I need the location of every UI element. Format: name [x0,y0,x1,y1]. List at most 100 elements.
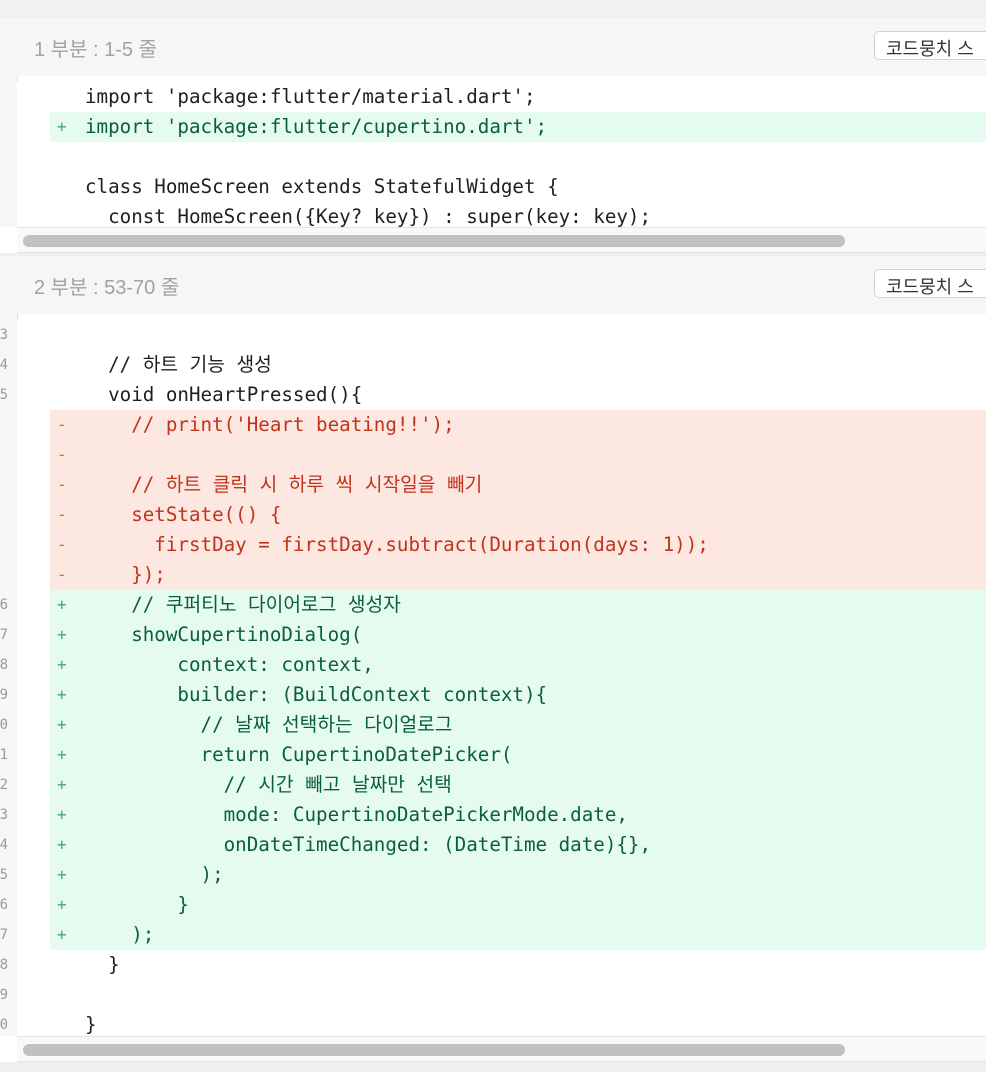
line-number: 3 [0,807,8,823]
added-line: + } [50,890,986,920]
diff-marker: + [57,117,67,136]
horizontal-scrollbar[interactable] [17,227,986,253]
removed-line: - setState(() { [50,500,986,530]
code-text: mode: CupertinoDatePickerMode.date, [85,803,628,826]
line-number: 0 [0,717,8,733]
line-number: 2 [0,777,8,793]
diff-marker: + [57,745,67,764]
code-text: import 'package:flutter/cupertino.dart'; [85,115,548,138]
code-text: setState(() { [85,503,282,526]
added-line: + // 쿠퍼티노 다이어로그 생성자 [50,590,986,620]
line-number: 5 [0,387,8,403]
code-text: onDateTimeChanged: (DateTime date){}, [85,833,652,856]
removed-line: - firstDay = firstDay.subtract(Duration(… [50,530,986,560]
code-text: import 'package:flutter/material.dart'; [85,85,536,108]
line-number: 9 [0,687,8,703]
diff-marker: + [57,925,67,944]
code-text: // 하트 기능 생성 [85,353,272,376]
code-text: ); [85,923,155,946]
context-line [50,320,986,350]
removed-line: - [50,440,986,470]
removed-line: - }); [50,560,986,590]
added-line: + // 날짜 선택하는 다이얼로그 [50,710,986,740]
line-number: 4 [0,837,8,853]
section-title: 2 부분 : 53-70 줄 [34,277,180,299]
section-2-header: 2 부분 : 53-70 줄 코드뭉치 스 [0,256,986,314]
diff-marker: + [57,685,67,704]
scrollbar-thumb[interactable] [23,1044,845,1056]
code-text: context: context, [85,653,374,676]
section-1-header: 1 부분 : 1-5 줄 코드뭉치 스 [0,18,986,76]
scrollbar-thumb[interactable] [23,235,845,247]
code-chunk-button[interactable]: 코드뭉치 스 [874,269,986,298]
code-text: return CupertinoDatePicker( [85,743,513,766]
code-text: // 시간 빼고 날짜만 선택 [85,773,452,796]
diff-marker: - [57,415,67,434]
added-line: + builder: (BuildContext context){ [50,680,986,710]
context-line: // 하트 기능 생성 [50,350,986,380]
section-1-code: import 'package:flutter/material.dart'; +… [17,82,986,227]
diff-marker: + [57,835,67,854]
added-line: + // 시간 빼고 날짜만 선택 [50,770,986,800]
line-number: 7 [0,627,8,643]
code-chunk-button[interactable]: 코드뭉치 스 [874,31,986,60]
line-number: 6 [0,897,8,913]
code-text: // 쿠퍼티노 다이어로그 생성자 [85,593,401,616]
added-line: + ); [50,860,986,890]
code-text: // print('Heart beating!!'); [85,413,455,436]
line-number: 6 [0,597,8,613]
line-number: 1 [0,747,8,763]
line-number: 5 [0,867,8,883]
context-line: } [50,950,986,980]
code-text: class HomeScreen extends StatefulWidget … [85,175,559,198]
bottom-band [0,1062,986,1072]
diff-marker: - [57,445,67,464]
section-title: 1 부분 : 1-5 줄 [34,39,158,61]
context-line: } [50,1010,986,1036]
context-line [50,980,986,1010]
diff-marker: - [57,565,67,584]
diff-marker: - [57,505,67,524]
code-text: } [85,893,189,916]
top-band [0,0,986,19]
diff-marker: + [57,655,67,674]
added-line: + context: context, [50,650,986,680]
added-line: + import 'package:flutter/cupertino.dart'… [50,112,986,142]
line-number: 4 [0,357,8,373]
code-text: showCupertinoDialog( [85,623,363,646]
added-line: + return CupertinoDatePicker( [50,740,986,770]
code-text: // 날짜 선택하는 다이얼로그 [85,713,453,736]
added-line: + mode: CupertinoDatePickerMode.date, [50,800,986,830]
code-text: const HomeScreen({Key? key}) : super(key… [85,205,652,227]
horizontal-scrollbar[interactable] [17,1036,986,1062]
code-text: firstDay = firstDay.subtract(Duration(da… [85,533,709,556]
code-text: ); [85,863,224,886]
line-number: 9 [0,987,8,1003]
code-text: }); [85,563,166,586]
added-line: + onDateTimeChanged: (DateTime date){}, [50,830,986,860]
context-line: void onHeartPressed(){ [50,380,986,410]
context-line: const HomeScreen({Key? key}) : super(key… [50,202,986,227]
line-number: 8 [0,957,8,973]
diff-marker: + [57,895,67,914]
code-text: builder: (BuildContext context){ [85,683,548,706]
context-line: class HomeScreen extends StatefulWidget … [50,172,986,202]
line-number: 7 [0,927,8,943]
diff-marker: + [57,625,67,644]
code-text: // 하트 클릭 시 하루 씩 시작일을 빼기 [85,473,483,496]
diff-marker: + [57,715,67,734]
context-line [50,142,986,172]
added-line: + ); [50,920,986,950]
added-line: + showCupertinoDialog( [50,620,986,650]
diff-marker: + [57,805,67,824]
diff-marker: - [57,535,67,554]
removed-line: - // 하트 클릭 시 하루 씩 시작일을 빼기 [50,470,986,500]
code-text: void onHeartPressed(){ [85,383,363,406]
diff-marker: + [57,865,67,884]
section-2-code: // 하트 기능 생성 void onHeartPressed(){- // p… [17,320,986,1036]
context-line: import 'package:flutter/material.dart'; [50,82,986,112]
diff-marker: - [57,475,67,494]
diff-marker: + [57,595,67,614]
line-number: 8 [0,657,8,673]
line-number: 3 [0,327,8,343]
